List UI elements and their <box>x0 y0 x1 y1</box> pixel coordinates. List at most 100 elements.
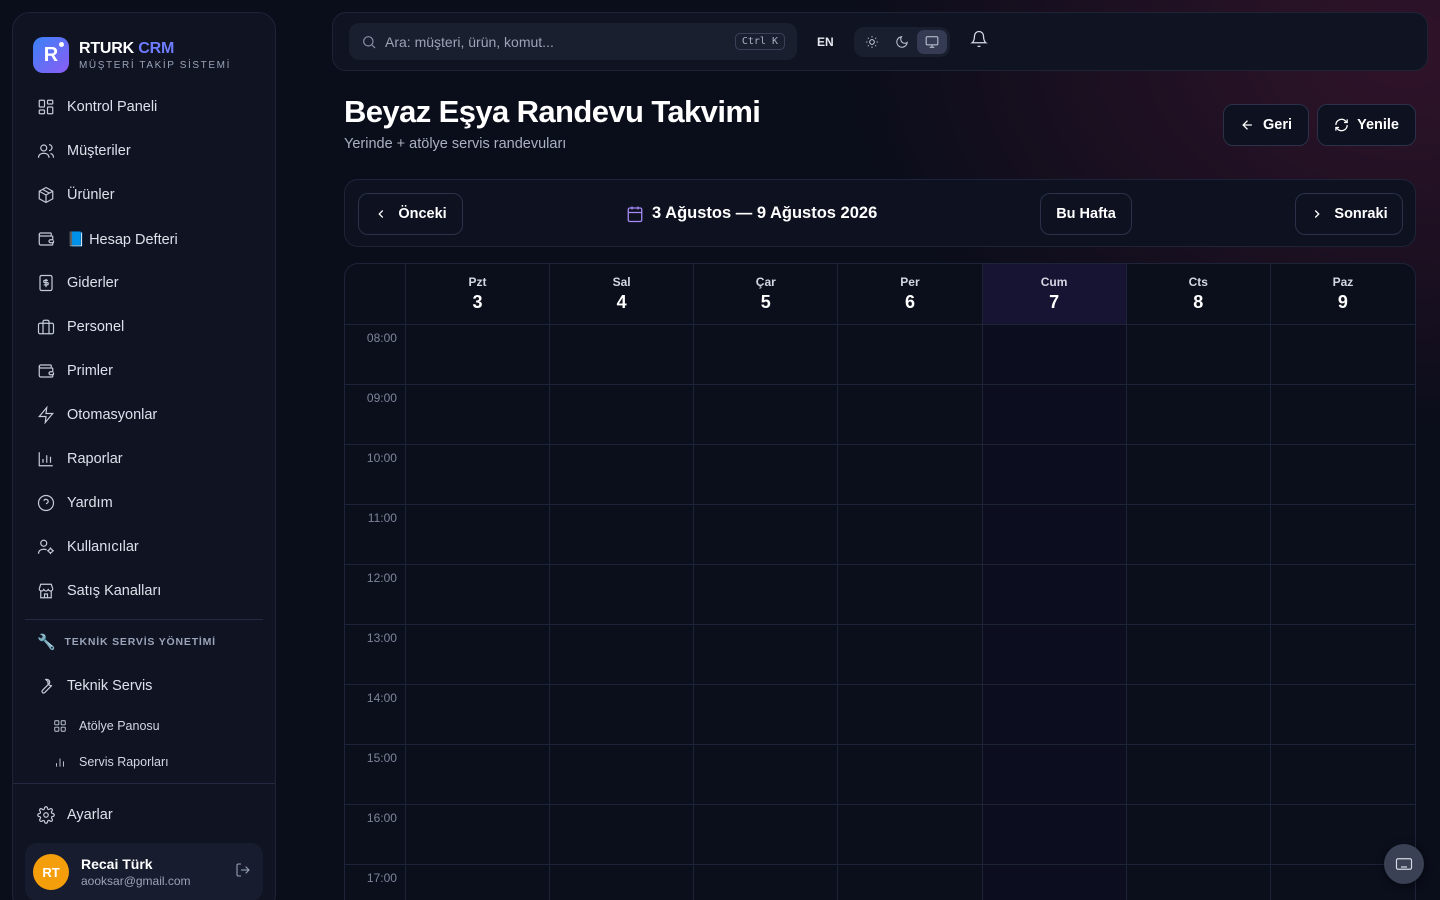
time-slot[interactable] <box>982 805 1127 864</box>
time-slot[interactable] <box>406 565 551 624</box>
time-slot[interactable] <box>982 565 1127 624</box>
time-slot[interactable] <box>1127 505 1271 564</box>
sidebar-item-primler[interactable]: Primler <box>13 349 275 393</box>
time-slot[interactable] <box>550 685 695 744</box>
this-week-button[interactable]: Bu Hafta <box>1040 193 1132 235</box>
sidebar-item-otomasyonlar[interactable]: Otomasyonlar <box>13 393 275 437</box>
sidebar-item-yardim[interactable]: Yardım <box>13 481 275 525</box>
time-slot[interactable] <box>694 745 839 804</box>
notifications-button[interactable] <box>969 30 988 53</box>
time-slot[interactable] <box>1127 685 1271 744</box>
logout-button[interactable] <box>235 862 251 883</box>
sidebar-item-giderler[interactable]: Giderler <box>13 261 275 305</box>
back-button[interactable]: Geri <box>1223 104 1309 146</box>
time-slot[interactable] <box>982 445 1127 504</box>
time-slot[interactable] <box>550 565 695 624</box>
time-slot[interactable] <box>838 445 983 504</box>
time-slot[interactable] <box>838 745 983 804</box>
time-slot[interactable] <box>838 865 983 900</box>
time-slot[interactable] <box>1127 745 1271 804</box>
time-slot[interactable] <box>1127 385 1271 444</box>
time-slot[interactable] <box>694 505 839 564</box>
sidebar-subitem-atolye-panosu[interactable]: Atölye Panosu <box>13 708 275 744</box>
time-slot[interactable] <box>982 865 1127 900</box>
next-week-button[interactable]: Sonraki <box>1295 193 1403 235</box>
time-slot[interactable] <box>550 505 695 564</box>
time-slot[interactable] <box>694 865 839 900</box>
time-slot[interactable] <box>838 625 983 684</box>
time-slot[interactable] <box>694 385 839 444</box>
time-slot[interactable] <box>406 625 551 684</box>
time-slot[interactable] <box>1271 325 1415 384</box>
time-slot[interactable] <box>550 865 695 900</box>
time-slot[interactable] <box>982 505 1127 564</box>
sidebar-item-kontrol-paneli[interactable]: Kontrol Paneli <box>13 85 275 129</box>
time-slot[interactable] <box>406 745 551 804</box>
time-slot[interactable] <box>550 745 695 804</box>
refresh-button[interactable]: Yenile <box>1317 104 1416 146</box>
time-slot[interactable] <box>1271 685 1415 744</box>
time-slot[interactable] <box>694 625 839 684</box>
time-slot[interactable] <box>1271 625 1415 684</box>
sidebar-item-kullanicilar[interactable]: Kullanıcılar <box>13 525 275 569</box>
sidebar-subitem-servis-raporlari[interactable]: Servis Raporları <box>13 744 275 780</box>
search-bar[interactable]: Ctrl K <box>349 23 797 60</box>
time-slot[interactable] <box>1127 625 1271 684</box>
time-slot[interactable] <box>838 685 983 744</box>
time-slot[interactable] <box>406 505 551 564</box>
time-slot[interactable] <box>694 325 839 384</box>
sidebar-item-ayarlar[interactable]: Ayarlar <box>13 793 275 837</box>
previous-week-button[interactable]: Önceki <box>358 193 463 235</box>
time-slot[interactable] <box>1127 805 1271 864</box>
theme-system-button[interactable] <box>916 29 947 54</box>
time-slot[interactable] <box>1271 385 1415 444</box>
language-toggle[interactable]: EN <box>817 35 834 49</box>
time-slot[interactable] <box>982 685 1127 744</box>
time-slot[interactable] <box>982 385 1127 444</box>
time-slot[interactable] <box>406 325 551 384</box>
sidebar-item-raporlar[interactable]: Raporlar <box>13 437 275 481</box>
sidebar-item-hesap-defteri[interactable]: 📘 Hesap Defteri <box>13 217 275 261</box>
sidebar-item-urunler[interactable]: Ürünler <box>13 173 275 217</box>
time-slot[interactable] <box>550 325 695 384</box>
time-slot[interactable] <box>550 385 695 444</box>
time-slot[interactable] <box>550 445 695 504</box>
time-slot[interactable] <box>1127 565 1271 624</box>
time-slot[interactable] <box>982 325 1127 384</box>
time-slot[interactable] <box>838 385 983 444</box>
sidebar-item-personel[interactable]: Personel <box>13 305 275 349</box>
time-slot[interactable] <box>694 445 839 504</box>
time-slot[interactable] <box>838 505 983 564</box>
sidebar-item-satis-kanallari[interactable]: Satış Kanalları <box>13 569 275 613</box>
time-slot[interactable] <box>1127 325 1271 384</box>
time-slot[interactable] <box>1271 565 1415 624</box>
time-slot[interactable] <box>838 805 983 864</box>
time-slot[interactable] <box>406 865 551 900</box>
time-slot[interactable] <box>694 805 839 864</box>
theme-light-button[interactable] <box>857 30 887 54</box>
time-slot[interactable] <box>982 745 1127 804</box>
time-slot[interactable] <box>1271 745 1415 804</box>
time-slot[interactable] <box>550 625 695 684</box>
time-slot[interactable] <box>406 385 551 444</box>
user-card[interactable]: RT Recai Türk aooksar@gmail.com <box>25 843 263 900</box>
keyboard-shortcuts-button[interactable] <box>1384 844 1424 884</box>
time-slot[interactable] <box>982 625 1127 684</box>
time-slot[interactable] <box>1127 445 1271 504</box>
time-slot[interactable] <box>550 805 695 864</box>
theme-dark-button[interactable] <box>887 30 917 54</box>
time-slot[interactable] <box>838 565 983 624</box>
sidebar-item-musteriler[interactable]: Müşteriler <box>13 129 275 173</box>
time-slot[interactable] <box>406 445 551 504</box>
sidebar-item-teknik-servis[interactable]: Teknik Servis <box>13 664 275 708</box>
brand[interactable]: R RTURK CRM MÜŞTERİ TAKİP SİSTEMİ <box>13 13 275 77</box>
time-slot[interactable] <box>694 565 839 624</box>
time-slot[interactable] <box>406 805 551 864</box>
time-slot[interactable] <box>406 685 551 744</box>
time-slot[interactable] <box>1127 865 1271 900</box>
time-slot[interactable] <box>1271 505 1415 564</box>
search-input[interactable] <box>385 33 735 50</box>
time-slot[interactable] <box>838 325 983 384</box>
time-slot[interactable] <box>694 685 839 744</box>
time-slot[interactable] <box>1271 445 1415 504</box>
